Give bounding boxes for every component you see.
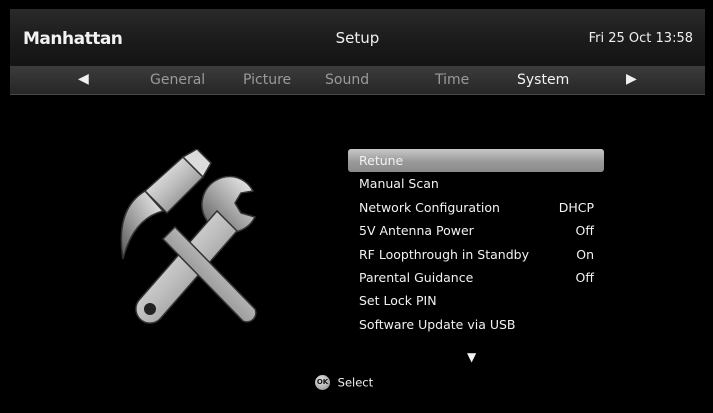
settings-menu: Retune Manual Scan Network Configuration… — [348, 149, 604, 336]
menu-item-label: Software Update via USB — [359, 316, 516, 332]
date-time: Fri 25 Oct 13:58 — [588, 31, 693, 46]
tab-bar: ◀ General Picture Sound Time System ▶ — [10, 66, 705, 95]
select-label: Select — [337, 375, 374, 390]
tv-setup-screen: Manhattan Setup Fri 25 Oct 13:58 ◀ Gener… — [10, 9, 705, 405]
header-bar: Manhattan Setup Fri 25 Oct 13:58 — [10, 9, 705, 66]
menu-item-value: On — [576, 246, 594, 262]
menu-item-label: RF Loopthrough in Standby — [359, 246, 529, 262]
menu-item-manual-scan[interactable]: Manual Scan — [348, 172, 604, 195]
menu-item-retune[interactable]: Retune — [348, 149, 604, 173]
menu-item-rf-loopthrough[interactable]: RF Loopthrough in Standby On — [348, 243, 604, 266]
menu-item-label: 5V Antenna Power — [359, 223, 474, 239]
menu-item-label: Set Lock PIN — [359, 293, 437, 309]
menu-item-label: Parental Guidance — [359, 269, 474, 285]
menu-item-5v-antenna-power[interactable]: 5V Antenna Power Off — [348, 219, 604, 242]
menu-item-software-update-usb[interactable]: Software Update via USB — [348, 313, 604, 336]
menu-item-parental-guidance[interactable]: Parental Guidance Off — [348, 266, 604, 289]
right-triangle-icon[interactable]: ▶ — [626, 71, 637, 87]
left-triangle-icon[interactable]: ◀ — [78, 71, 89, 87]
menu-item-network-configuration[interactable]: Network Configuration DHCP — [348, 196, 604, 219]
ok-button-icon: OK — [315, 375, 330, 390]
menu-item-label: Network Configuration — [359, 199, 500, 215]
menu-item-value: Off — [575, 269, 594, 285]
hammer-wrench-icon — [120, 149, 257, 324]
menu-item-label: Manual Scan — [359, 176, 439, 192]
menu-item-value: DHCP — [558, 199, 594, 215]
tab-time[interactable]: Time — [435, 72, 469, 88]
footer-hint: OK Select — [315, 375, 373, 390]
tab-system[interactable]: System — [517, 72, 569, 88]
tab-sound[interactable]: Sound — [325, 72, 369, 88]
hammer-shape — [120, 149, 257, 323]
tab-picture[interactable]: Picture — [243, 72, 291, 88]
menu-item-label: Retune — [359, 153, 404, 168]
down-triangle-icon[interactable]: ▼ — [467, 350, 476, 364]
menu-item-set-lock-pin[interactable]: Set Lock PIN — [348, 289, 604, 312]
menu-item-value: Off — [575, 223, 594, 239]
tab-general[interactable]: General — [150, 72, 205, 88]
